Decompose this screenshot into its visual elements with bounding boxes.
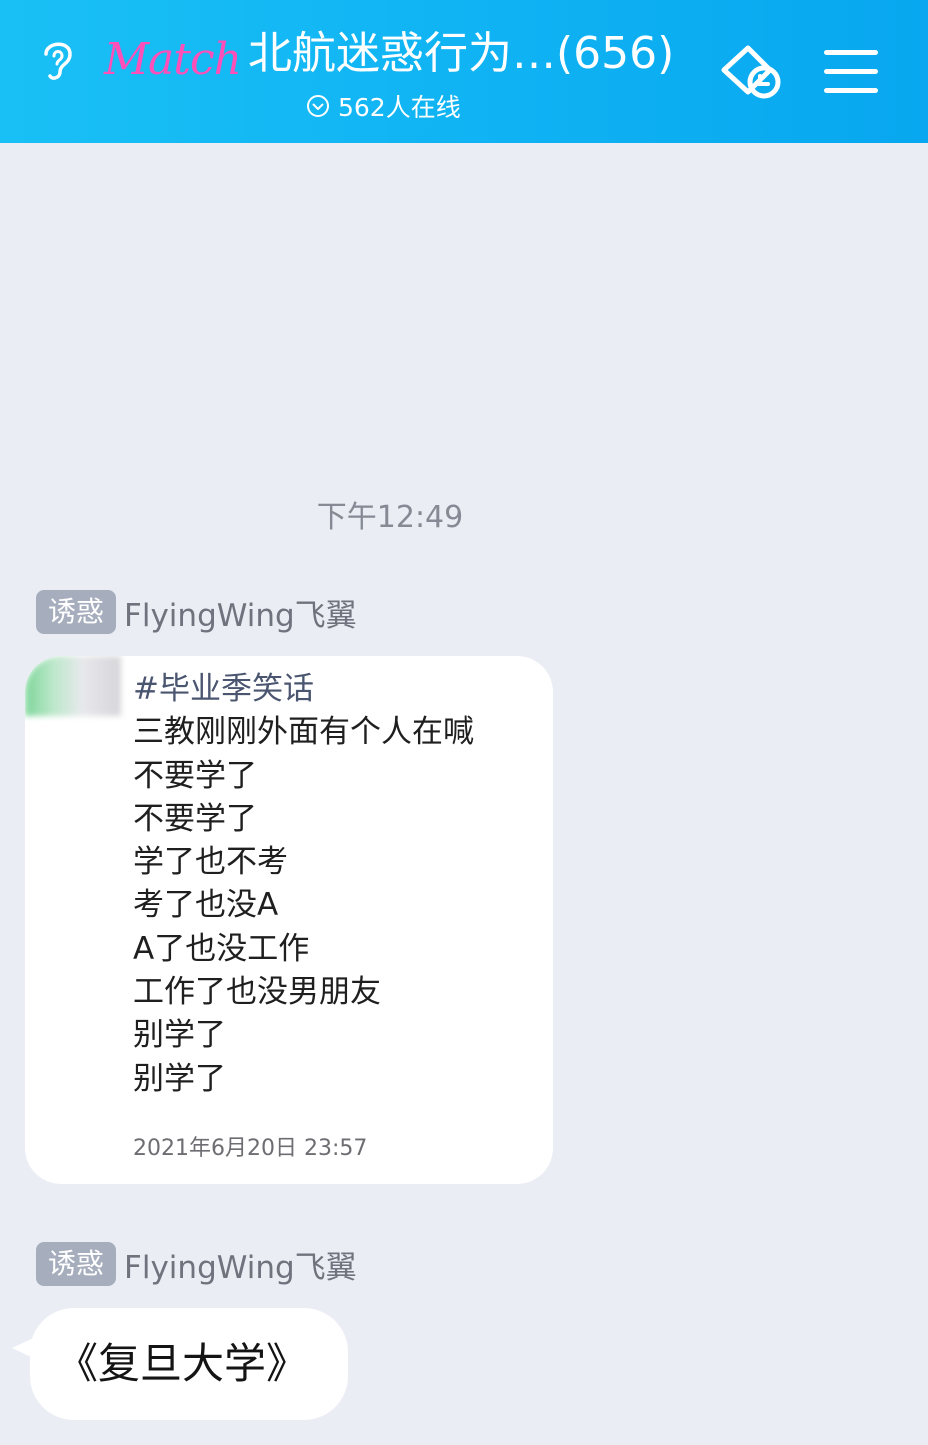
post-line: 工作了也没男朋友 <box>133 974 381 1011</box>
sender-name[interactable]: FlyingWing飞翼 <box>124 1242 357 1287</box>
sender-row: 诱惑 FlyingWing飞翼 <box>36 1242 357 1286</box>
member-title-badge: 诱惑 <box>36 590 117 634</box>
online-count[interactable]: 562人在线 <box>306 88 461 124</box>
post-hashtag: #毕业季笑话 <box>133 671 314 707</box>
chat-header: Match 北航迷惑行为…(656) 562人在线 <box>0 0 928 143</box>
blurred-avatar <box>25 656 121 716</box>
post-line: 考了也没A <box>133 887 279 924</box>
post-date: 2021年6月20日 23:57 <box>133 1136 368 1161</box>
message-text: 《复旦大学》 <box>56 1339 309 1388</box>
chat-timestamp: 下午12:49 <box>316 500 464 535</box>
ear-icon[interactable] <box>38 36 78 82</box>
menu-icon[interactable] <box>824 50 878 94</box>
group-title[interactable]: 北航迷惑行为…(656) <box>248 24 708 84</box>
online-count-text: 562人在线 <box>338 93 461 122</box>
post-content: #毕业季笑话 三教刚刚外面有个人在喊 不要学了 不要学了 学了也不考 考了也没A… <box>133 668 543 1101</box>
sender-name[interactable]: FlyingWing飞翼 <box>124 590 357 635</box>
text-message[interactable]: 《复旦大学》 <box>30 1308 348 1420</box>
tag-icon[interactable] <box>718 40 788 104</box>
post-line: 三教刚刚外面有个人在喊 <box>133 714 474 751</box>
post-line: 不要学了 <box>133 757 257 794</box>
sender-row: 诱惑 FlyingWing飞翼 <box>36 590 357 634</box>
post-line: 别学了 <box>133 1060 226 1097</box>
post-line: A了也没工作 <box>133 930 310 967</box>
post-line: 别学了 <box>133 1017 226 1054</box>
image-message[interactable]: #毕业季笑话 三教刚刚外面有个人在喊 不要学了 不要学了 学了也不考 考了也没A… <box>25 656 553 1184</box>
post-line: 不要学了 <box>133 800 257 837</box>
post-line: 学了也不考 <box>133 844 288 881</box>
member-title-badge: 诱惑 <box>36 1242 117 1286</box>
check-circle-icon <box>307 95 329 117</box>
app-logo: Match <box>104 34 242 85</box>
